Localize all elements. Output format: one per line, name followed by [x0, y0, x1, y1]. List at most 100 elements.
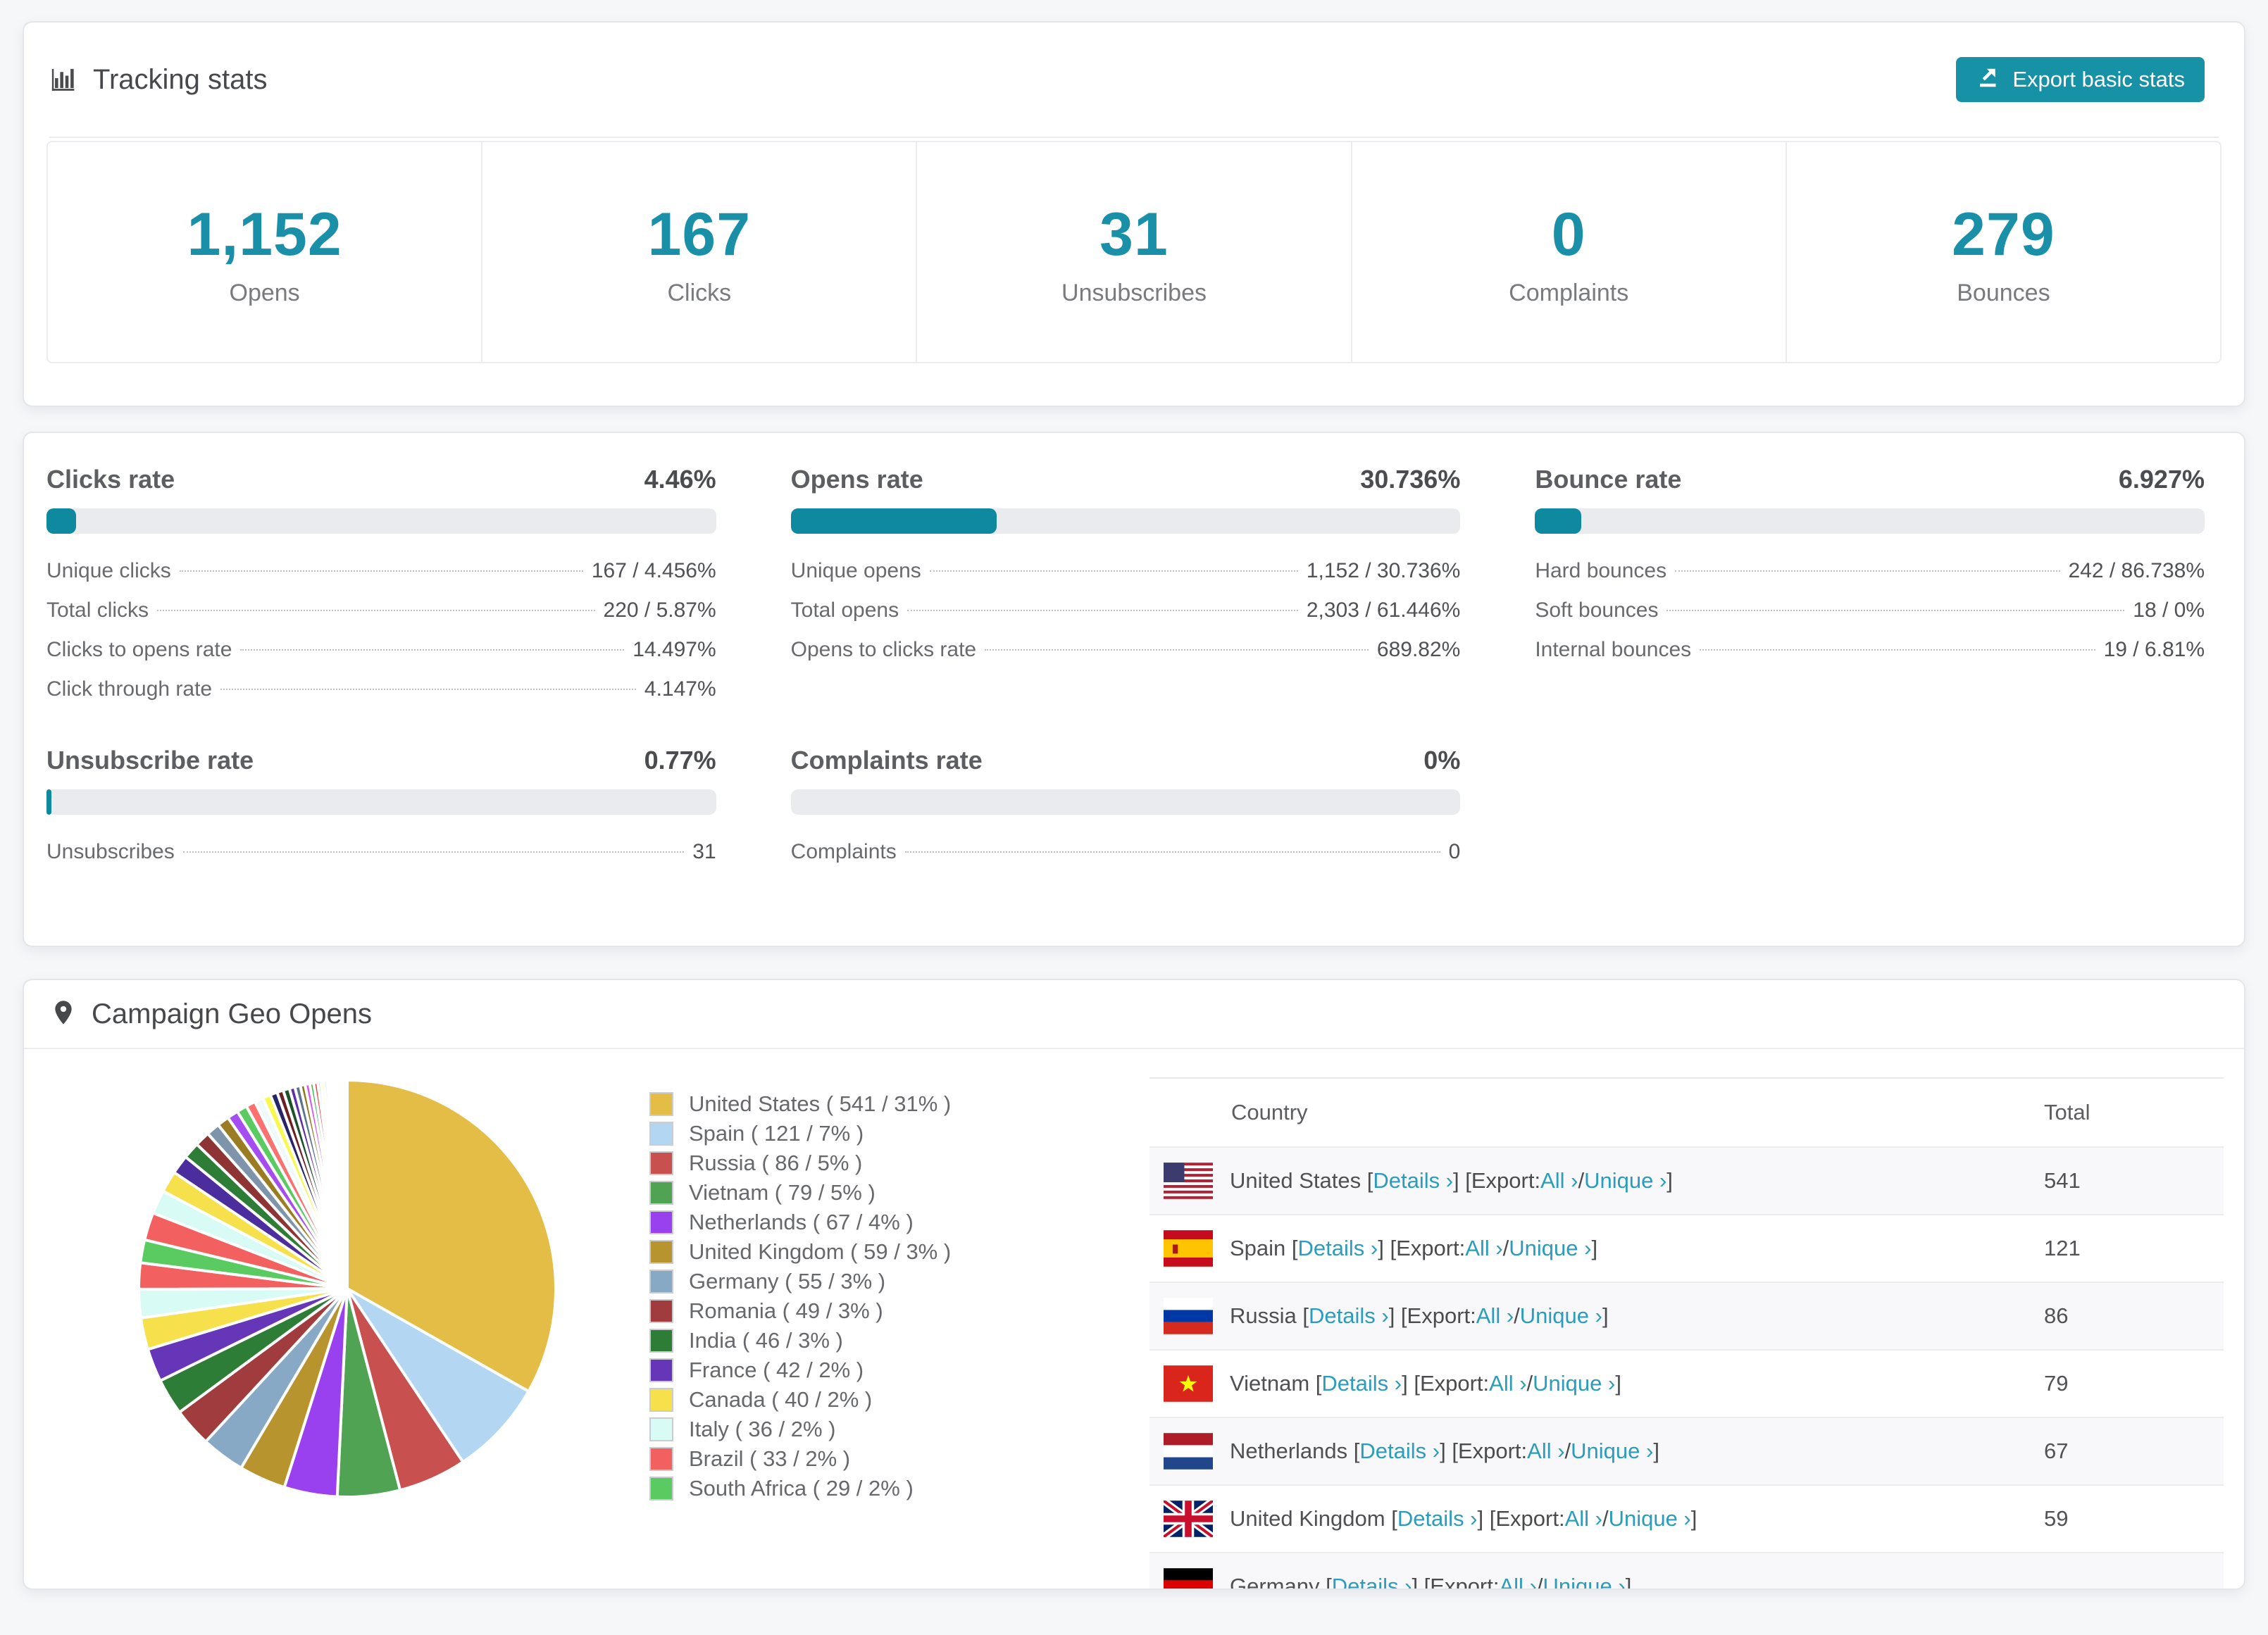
- export-prefix: ] [Export:: [1378, 1236, 1466, 1260]
- stat-clicks: 167 Clicks: [482, 142, 918, 362]
- legend-swatch: [649, 1240, 673, 1264]
- metric-label: Unique opens: [790, 559, 921, 582]
- metric-label: Total opens: [790, 599, 899, 622]
- bracket: [: [1366, 1168, 1373, 1193]
- rate-value: 4.46%: [644, 465, 716, 494]
- stat-value: 167: [647, 201, 752, 268]
- legend-item: Canada ( 40 / 2% ): [649, 1385, 951, 1415]
- legend-label: Germany ( 55 / 3% ): [689, 1269, 886, 1293]
- metric-value: 14.497%: [633, 638, 716, 661]
- legend-label: Canada ( 40 / 2% ): [689, 1387, 873, 1412]
- export-all-link[interactable]: All ›: [1527, 1439, 1564, 1464]
- export-all-link[interactable]: All ›: [1499, 1574, 1536, 1589]
- legend-item: Netherlands ( 67 / 4% ): [649, 1208, 951, 1237]
- details-link[interactable]: Details ›: [1332, 1574, 1412, 1589]
- metric-label: Clicks to opens rate: [46, 638, 232, 661]
- export-unique-link[interactable]: Unique ›: [1533, 1371, 1615, 1396]
- legend-label: United States ( 541 / 31% ): [689, 1091, 952, 1116]
- export-basic-stats-button[interactable]: Export basic stats: [1956, 57, 2205, 102]
- export-all-link[interactable]: All ›: [1565, 1506, 1602, 1531]
- export-all-link[interactable]: All ›: [1476, 1303, 1514, 1329]
- legend-item: Russia ( 86 / 5% ): [649, 1148, 951, 1178]
- geo-body: United States ( 541 / 31% ) Spain ( 121 /…: [24, 1049, 2244, 1590]
- geo-header: Campaign Geo Opens: [24, 980, 2244, 1049]
- legend-item: France ( 42 / 2% ): [649, 1355, 951, 1385]
- campaign-geo-opens-card: Campaign Geo Opens United States ( 541 /…: [23, 979, 2245, 1590]
- metric-value: 31: [692, 840, 716, 863]
- dotted-leader: [179, 570, 583, 572]
- stat-value: 0: [1551, 201, 1586, 268]
- export-unique-link[interactable]: Unique ›: [1584, 1168, 1666, 1194]
- country-cell: Germany [Details ›] [Export: All › / Uni…: [1149, 1568, 2044, 1590]
- progress-bar-fill: [46, 508, 77, 534]
- slash-separator: /: [1514, 1303, 1520, 1328]
- rate-title: Opens rate: [790, 465, 923, 494]
- details-link[interactable]: Details ›: [1321, 1371, 1402, 1396]
- export-unique-link[interactable]: Unique ›: [1509, 1236, 1591, 1261]
- metric-row: Unsubscribes 31: [46, 840, 716, 879]
- metric-value: 242 / 86.738%: [2068, 559, 2205, 582]
- export-prefix: ] [Export:: [1477, 1506, 1565, 1531]
- export-all-link[interactable]: All ›: [1465, 1236, 1502, 1261]
- page-title: Tracking stats: [93, 63, 268, 95]
- slash-separator: /: [1564, 1439, 1571, 1463]
- legend-label: Brazil ( 33 / 2% ): [689, 1446, 851, 1471]
- details-link[interactable]: Details ›: [1373, 1168, 1453, 1194]
- total-value: 67: [2044, 1439, 2069, 1463]
- export-all-link[interactable]: All ›: [1489, 1371, 1526, 1396]
- legend-label: Russia ( 86 / 5% ): [689, 1151, 863, 1175]
- dotted-leader: [182, 851, 685, 853]
- column-header-total: Total: [2044, 1100, 2091, 1125]
- metric-value: 167 / 4.456%: [591, 559, 716, 582]
- export-unique-link[interactable]: Unique ›: [1543, 1574, 1626, 1589]
- export-all-link[interactable]: All ›: [1540, 1168, 1578, 1194]
- details-link[interactable]: Details ›: [1397, 1506, 1478, 1531]
- dotted-leader: [1700, 649, 2095, 651]
- legend-swatch: [649, 1477, 673, 1501]
- export-unique-link[interactable]: Unique ›: [1571, 1439, 1653, 1464]
- legend-swatch: [649, 1122, 673, 1146]
- legend-item: Spain ( 121 / 7% ): [649, 1119, 951, 1148]
- total-value: 541: [2044, 1168, 2081, 1193]
- metric-row: Complaints 0: [791, 840, 1461, 879]
- stat-label: Clicks: [667, 280, 732, 306]
- flag-de-icon: [1164, 1568, 1213, 1589]
- rate-title: Unsubscribe rate: [46, 746, 254, 775]
- legend-swatch: [649, 1329, 673, 1353]
- progress-bar: [790, 789, 1461, 815]
- total-value: 79: [2044, 1371, 2069, 1396]
- geo-country-table: Country Total United States [Details ›] …: [1149, 1077, 2224, 1590]
- progress-bar-fill: [46, 789, 52, 815]
- table-header-row: Country Total: [1149, 1079, 2224, 1146]
- metric-row: Click through rate 4.147%: [46, 677, 716, 717]
- complaints-rate-block: Complaints rate 0% Complaints 0: [790, 745, 1461, 879]
- metric-row: Soft bounces 18 / 0%: [1535, 599, 2205, 638]
- progress-bar: [46, 508, 716, 534]
- stat-label: Complaints: [1509, 280, 1629, 306]
- page: Tracking stats Export basic stats 1,152 …: [0, 21, 2268, 1590]
- summary-stats-row: 1,152 Opens 167 Clicks 31 Unsubscribes 0…: [46, 141, 2222, 363]
- tracking-stats-header: Tracking stats Export basic stats: [24, 23, 2244, 137]
- geo-title: Campaign Geo Opens: [92, 998, 373, 1029]
- flag-es-icon: [1164, 1230, 1213, 1267]
- bracket: [: [1353, 1439, 1360, 1463]
- country-name: Netherlands: [1230, 1439, 1354, 1463]
- metric-label: Internal bounces: [1535, 638, 1692, 661]
- metric-row: Total opens 2,303 / 61.446%: [791, 599, 1461, 638]
- total-value: 121: [2044, 1236, 2081, 1260]
- details-link[interactable]: Details ›: [1309, 1303, 1389, 1329]
- rate-value: 6.927%: [2118, 465, 2205, 494]
- bracket: [: [1315, 1371, 1322, 1396]
- export-unique-link[interactable]: Unique ›: [1520, 1303, 1602, 1329]
- details-link[interactable]: Details ›: [1359, 1439, 1440, 1464]
- legend-label: France ( 42 / 2% ): [689, 1358, 864, 1382]
- export-prefix: ] [Export:: [1453, 1168, 1541, 1193]
- legend-swatch: [649, 1358, 673, 1382]
- details-link[interactable]: Details ›: [1298, 1236, 1378, 1261]
- legend-item: Romania ( 49 / 3% ): [649, 1296, 951, 1326]
- metric-row: Opens to clicks rate 689.82%: [791, 638, 1461, 677]
- export-prefix: ] [Export:: [1412, 1574, 1500, 1590]
- metric-value: 2,303 / 61.446%: [1306, 599, 1461, 622]
- rate-title: Complaints rate: [790, 746, 983, 775]
- export-unique-link[interactable]: Unique ›: [1609, 1506, 1691, 1531]
